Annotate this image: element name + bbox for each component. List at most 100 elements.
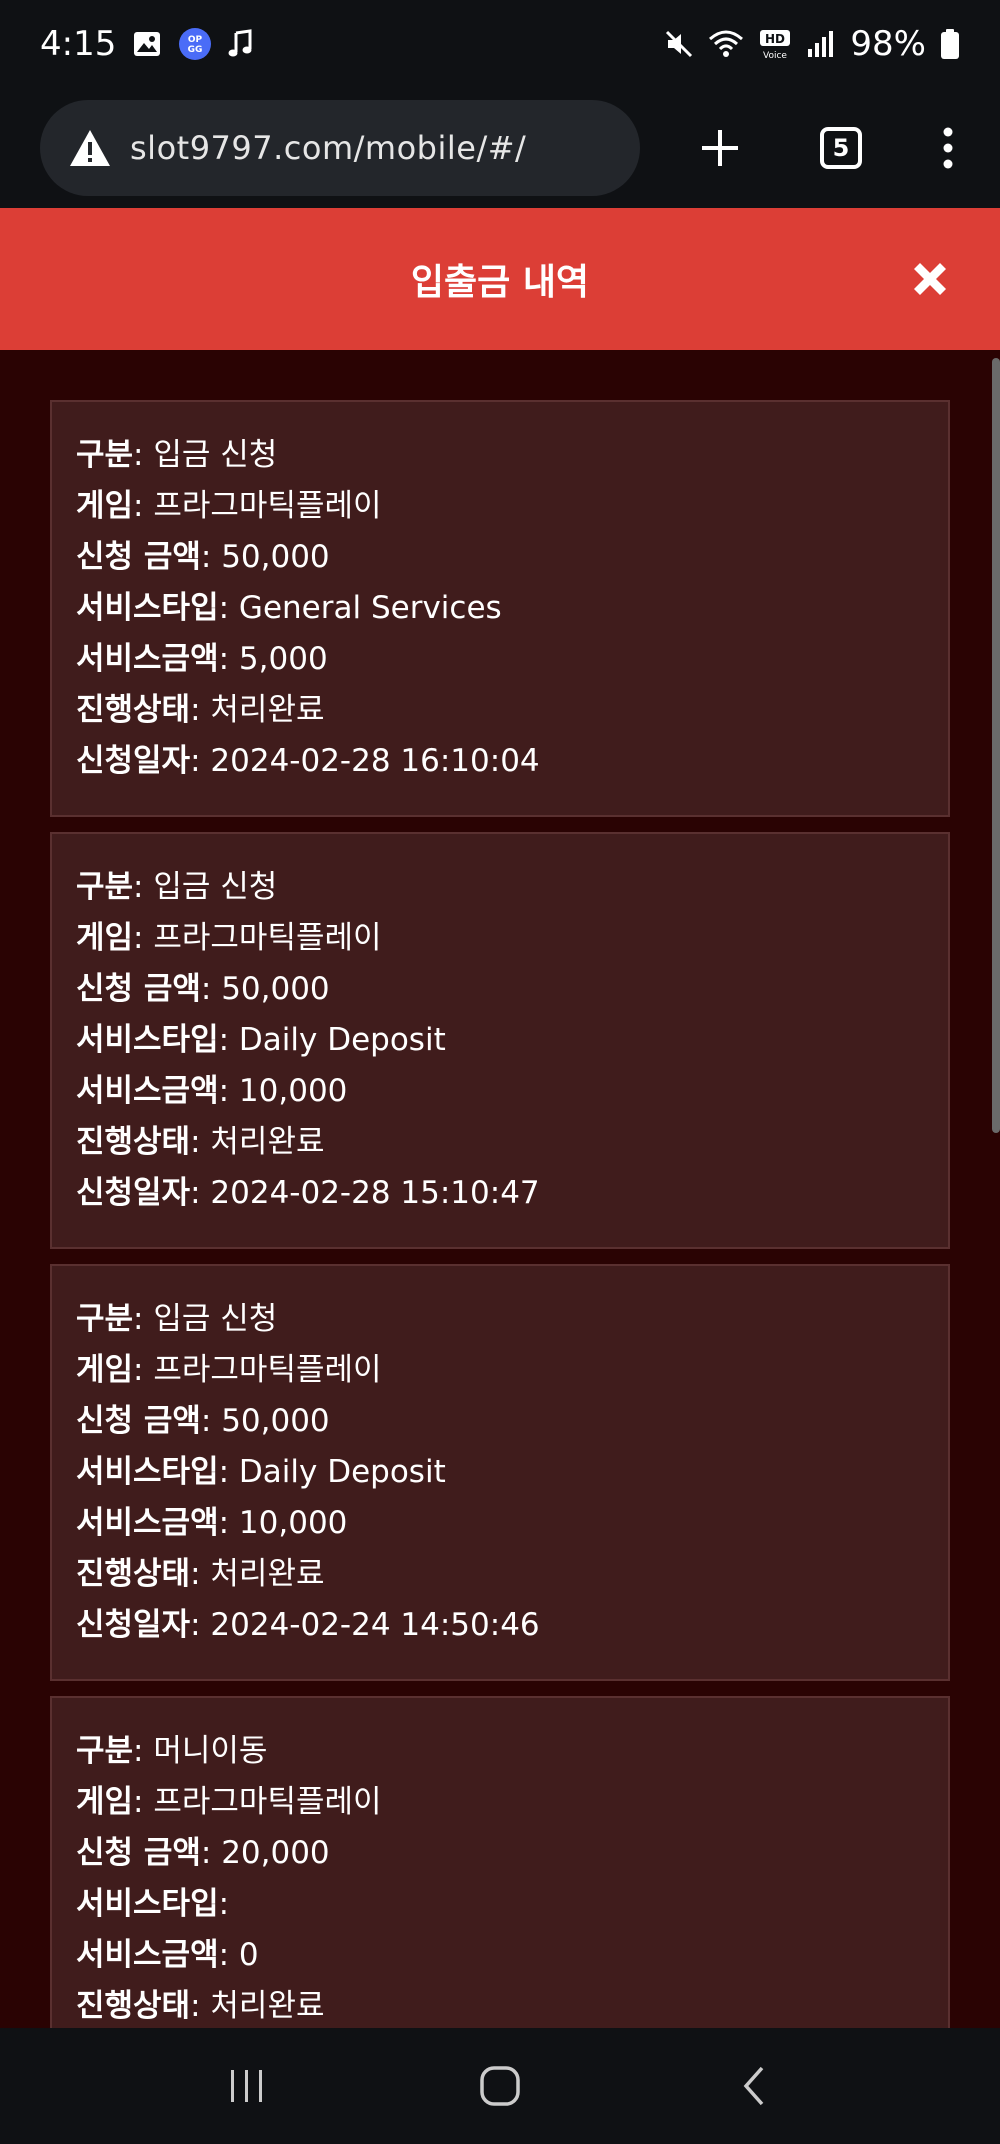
field-row-category: 구분: 입금 신청 (76, 862, 924, 913)
field-row-service-type: 서비스타입: Daily Deposit (76, 1015, 924, 1066)
field-label: 진행상태 (76, 1124, 191, 1160)
page-content: 입출금 내역 구분: 입금 신청 게임: 프라그마틱플레이 신청 금액: 50,00… (0, 208, 1000, 2028)
address-bar[interactable]: slot9797.com/mobile/#/ (40, 100, 640, 196)
field-row-category: 구분: 입금 신청 (76, 430, 924, 481)
home-button[interactable] (460, 2046, 540, 2126)
field-row-amount: 신청 금액: 50,000 (76, 964, 924, 1015)
transaction-card: 구분: 입금 신청 게임: 프라그마틱플레이 신청 금액: 50,000 서비스타입:… (50, 832, 950, 1249)
new-tab-plus-icon[interactable] (700, 128, 740, 168)
url-text[interactable]: slot9797.com/mobile/#/ (130, 129, 526, 167)
field-value: 처리완료 (210, 1988, 325, 2024)
battery-icon (940, 28, 960, 60)
status-bar: 4:15 OP GG HD Voice 98% (0, 0, 1000, 88)
field-separator: : (133, 488, 154, 524)
tab-switcher-button[interactable]: 5 (820, 127, 862, 169)
field-separator: : (218, 590, 239, 626)
more-menu-icon[interactable] (942, 127, 954, 169)
field-label: 신청일자 (76, 1607, 191, 1643)
image-icon (132, 29, 162, 59)
battery-percent: 98% (850, 24, 926, 64)
field-row-game: 게임: 프라그마틱플레이 (76, 1345, 924, 1396)
home-icon (480, 2066, 520, 2106)
mute-icon (664, 29, 694, 59)
field-separator: : (200, 1835, 222, 1871)
field-label: 신청 금액 (76, 1403, 201, 1439)
field-label: 서비스금액 (76, 1073, 219, 1109)
field-row-game: 게임: 프라그마틱플레이 (76, 1777, 924, 1828)
field-separator: : (133, 1784, 154, 1820)
opgg-icon: OP GG (178, 27, 212, 61)
field-value: 프라그마틱플레이 (153, 1784, 382, 1820)
svg-text:Voice: Voice (763, 51, 787, 60)
field-row-service-amount: 서비스금액: 10,000 (76, 1066, 924, 1117)
field-value: 10,000 (238, 1505, 348, 1541)
field-value: 50,000 (221, 539, 330, 575)
field-label: 서비스타입 (76, 1022, 219, 1058)
field-separator: : (218, 641, 239, 677)
field-row-service-amount: 서비스금액: 10,000 (76, 1498, 924, 1549)
field-separator: : (218, 1073, 239, 1109)
field-separator: : (190, 743, 211, 779)
field-value: 프라그마틱플레이 (153, 488, 382, 524)
modal-title: 입출금 내역 (410, 262, 590, 303)
field-label: 신청일자 (76, 743, 191, 779)
field-separator: : (218, 1022, 239, 1058)
wifi-icon (708, 29, 744, 59)
status-time: 4:15 (40, 24, 117, 64)
field-row-status: 진행상태: 처리완료 (76, 1981, 924, 2028)
field-value: 입금 신청 (153, 1301, 278, 1337)
field-value: 프라그마틱플레이 (153, 1352, 382, 1388)
field-label: 진행상태 (76, 692, 191, 728)
field-row-status: 진행상태: 처리완료 (76, 685, 924, 736)
field-value: 머니이동 (153, 1733, 268, 1769)
field-label: 게임 (76, 920, 134, 956)
field-separator: : (133, 437, 154, 473)
field-value: 프라그마틱플레이 (153, 920, 382, 956)
field-label: 서비스금액 (76, 1505, 219, 1541)
back-button[interactable] (713, 2046, 793, 2126)
field-label: 구분 (76, 1733, 134, 1769)
warning-icon[interactable] (68, 128, 112, 168)
field-label: 구분 (76, 437, 134, 473)
field-row-service-amount: 서비스금액: 5,000 (76, 634, 924, 685)
field-row-amount: 신청 금액: 50,000 (76, 1396, 924, 1447)
field-label: 신청 금액 (76, 971, 201, 1007)
field-label: 서비스타입 (76, 590, 219, 626)
field-separator: : (200, 971, 222, 1007)
field-label: 신청 금액 (76, 1835, 201, 1871)
hd-voice-icon: HD Voice (758, 28, 792, 60)
transaction-card: 구분: 머니이동 게임: 프라그마틱플레이 신청 금액: 20,000 서비스타입: … (50, 1696, 950, 2028)
field-value: Daily Deposit (238, 1454, 446, 1490)
field-separator: : (190, 692, 211, 728)
field-value: 처리완료 (210, 1124, 325, 1160)
recent-apps-icon (230, 2070, 262, 2102)
recent-apps-button[interactable] (207, 2046, 287, 2126)
back-icon (743, 2066, 764, 2106)
field-separator: : (218, 1454, 239, 1490)
signal-icon (806, 29, 836, 59)
close-button[interactable] (900, 249, 960, 309)
field-separator: : (218, 1505, 239, 1541)
field-separator: : (190, 1124, 211, 1160)
field-value: 처리완료 (210, 692, 325, 728)
field-row-status: 진행상태: 처리완료 (76, 1549, 924, 1600)
transaction-list: 구분: 입금 신청 게임: 프라그마틱플레이 신청 금액: 50,000 서비스타입:… (0, 350, 1000, 2028)
field-separator: : (190, 1988, 211, 2024)
modal-header: 입출금 내역 (0, 208, 1000, 350)
field-value: Daily Deposit (238, 1022, 446, 1058)
field-value: 50,000 (221, 971, 330, 1007)
field-row-date: 신청일자: 2024-02-24 14:50:46 (76, 1600, 924, 1651)
field-label: 신청일자 (76, 1175, 191, 1211)
field-separator: : (200, 539, 222, 575)
transaction-card: 구분: 입금 신청 게임: 프라그마틱플레이 신청 금액: 50,000 서비스타입:… (50, 400, 950, 817)
field-label: 진행상태 (76, 1988, 191, 2024)
scrollbar[interactable] (992, 358, 1000, 1133)
field-separator: : (133, 920, 154, 956)
field-value: 입금 신청 (153, 869, 278, 905)
field-row-category: 구분: 머니이동 (76, 1726, 924, 1777)
field-row-status: 진행상태: 처리완료 (76, 1117, 924, 1168)
field-separator: : (133, 1352, 154, 1388)
field-label: 진행상태 (76, 1556, 191, 1592)
field-value: 처리완료 (210, 1556, 325, 1592)
field-separator: : (218, 1937, 239, 1973)
